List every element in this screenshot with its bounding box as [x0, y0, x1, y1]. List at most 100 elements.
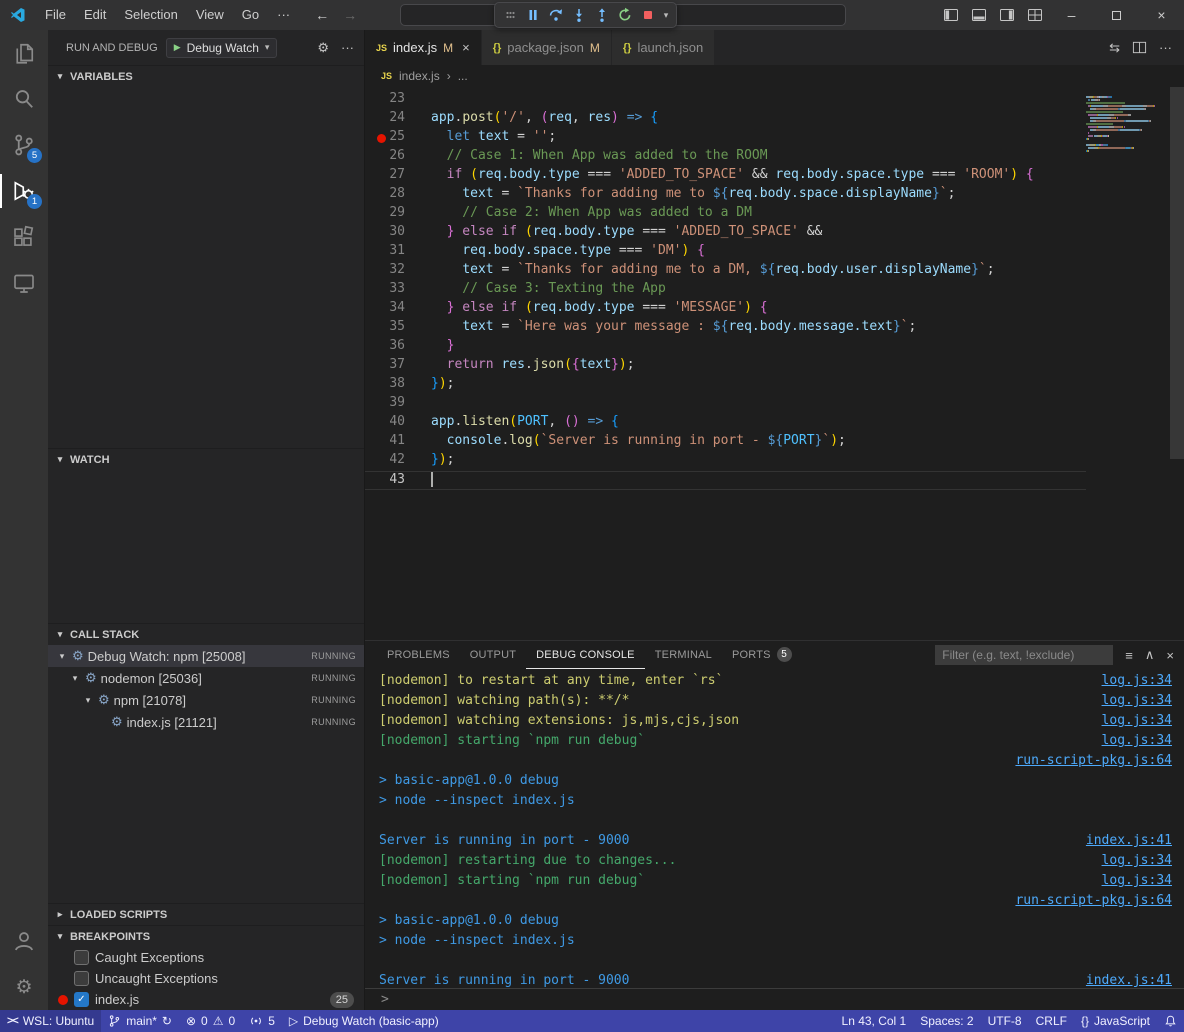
- console-filter-input[interactable]: [935, 645, 1113, 665]
- toggle-primary-sidebar-icon[interactable]: [937, 0, 965, 30]
- extensions-icon[interactable]: [0, 214, 48, 260]
- start-debug-icon[interactable]: ▶: [174, 42, 181, 53]
- breakpoint-item[interactable]: Caught Exceptions: [48, 947, 364, 968]
- line-number[interactable]: 40: [365, 414, 431, 433]
- code-line-32[interactable]: 32 text = `Thanks for adding me to a DM,…: [365, 262, 1086, 281]
- checkbox[interactable]: ✓: [74, 992, 89, 1007]
- run-and-debug-icon[interactable]: 1: [0, 168, 48, 214]
- section-breakpoints[interactable]: ▾ BREAKPOINTS: [48, 925, 364, 947]
- code-line-36[interactable]: 36 }: [365, 338, 1086, 357]
- menu-item[interactable]: Selection: [115, 0, 186, 30]
- section-loaded-scripts[interactable]: ▸ LOADED SCRIPTS: [48, 903, 364, 925]
- source-control-icon[interactable]: 5: [0, 122, 48, 168]
- git-branch-item[interactable]: main* ↻: [101, 1010, 179, 1032]
- editor-more-icon[interactable]: ···: [1159, 40, 1172, 55]
- breadcrumb-symbol[interactable]: ...: [458, 69, 468, 83]
- drag-handle-icon[interactable]: [499, 4, 521, 26]
- views-more-icon[interactable]: ···: [341, 40, 354, 55]
- line-number[interactable]: 34: [365, 300, 431, 319]
- code-line-34[interactable]: 34 } else if (req.body.type === 'MESSAGE…: [365, 300, 1086, 319]
- console-source-link[interactable]: log.js:34: [1102, 731, 1172, 751]
- breadcrumb-file[interactable]: index.js: [399, 69, 440, 83]
- code-line-26[interactable]: 26 // Case 1: When App was added to the …: [365, 148, 1086, 167]
- code-line-43[interactable]: 43: [365, 471, 1086, 490]
- console-source-link[interactable]: index.js:41: [1086, 971, 1172, 988]
- accounts-icon[interactable]: [0, 918, 48, 964]
- line-number[interactable]: 31: [365, 243, 431, 262]
- checkbox[interactable]: [74, 950, 89, 965]
- callstack-item[interactable]: ▾⚙nodemon [25036]RUNNING: [48, 667, 364, 689]
- encoding-item[interactable]: UTF-8: [981, 1014, 1029, 1028]
- code-line-39[interactable]: 39: [365, 395, 1086, 414]
- toggle-panel-icon[interactable]: [965, 0, 993, 30]
- minimize-button[interactable]: –: [1049, 0, 1094, 30]
- language-mode-item[interactable]: {} JavaScript: [1074, 1014, 1157, 1028]
- code-line-30[interactable]: 30 } else if (req.body.type === 'ADDED_T…: [365, 224, 1086, 243]
- console-source-link[interactable]: index.js:41: [1086, 831, 1172, 851]
- panel-tab-debug-console[interactable]: DEBUG CONSOLE: [526, 641, 645, 669]
- checkbox[interactable]: [74, 971, 89, 986]
- callstack-item[interactable]: ▾⚙Debug Watch: npm [25008]RUNNING: [48, 645, 364, 667]
- close-icon[interactable]: ×: [462, 40, 470, 55]
- menu-item[interactable]: Go: [233, 0, 268, 30]
- panel-tab-problems[interactable]: PROBLEMS: [377, 641, 460, 669]
- line-number[interactable]: 28: [365, 186, 431, 205]
- explorer-icon[interactable]: [0, 30, 48, 76]
- code-line-37[interactable]: 37 return res.json({text});: [365, 357, 1086, 376]
- back-arrow-icon[interactable]: ←: [315, 7, 329, 23]
- forwarded-ports-item[interactable]: 5: [242, 1010, 282, 1032]
- eol-item[interactable]: CRLF: [1029, 1014, 1074, 1028]
- line-number[interactable]: 27: [365, 167, 431, 186]
- line-number[interactable]: 37: [365, 357, 431, 376]
- line-number[interactable]: 26: [365, 148, 431, 167]
- breakpoint-item[interactable]: Uncaught Exceptions: [48, 968, 364, 989]
- close-window-button[interactable]: ×: [1139, 0, 1184, 30]
- debug-console-output[interactable]: [nodemon] to restart at any time, enter …: [365, 669, 1184, 988]
- code-line-40[interactable]: 40app.listen(PORT, () => {: [365, 414, 1086, 433]
- callstack-item[interactable]: ⚙index.js [21121]RUNNING: [48, 711, 364, 733]
- step-over-icon[interactable]: [545, 4, 567, 26]
- restart-icon[interactable]: [614, 4, 636, 26]
- code-line-28[interactable]: 28 text = `Thanks for adding me to ${req…: [365, 186, 1086, 205]
- console-source-link[interactable]: log.js:34: [1102, 711, 1172, 731]
- console-source-link[interactable]: log.js:34: [1102, 691, 1172, 711]
- code-editor[interactable]: 2324app.post('/', (req, res) => {25 let …: [365, 87, 1184, 640]
- line-number[interactable]: 41: [365, 433, 431, 452]
- close-panel-icon[interactable]: ×: [1166, 648, 1174, 663]
- editor-scrollbar[interactable]: [1170, 87, 1184, 640]
- code-line-25[interactable]: 25 let text = '';: [365, 129, 1086, 148]
- chevron-down-icon[interactable]: ▾: [69, 673, 81, 684]
- code-line-31[interactable]: 31 req.body.space.type === 'DM') {: [365, 243, 1086, 262]
- tab-package.json[interactable]: {}package.jsonM: [482, 30, 612, 65]
- console-options-icon[interactable]: ≡: [1125, 648, 1133, 663]
- launch-config-dropdown[interactable]: ▶ Debug Watch ▾: [166, 38, 278, 58]
- code-line-27[interactable]: 27 if (req.body.type === 'ADDED_TO_SPACE…: [365, 167, 1086, 186]
- maximize-button[interactable]: [1094, 0, 1139, 30]
- open-changes-icon[interactable]: ⇆: [1109, 40, 1120, 56]
- console-source-link[interactable]: run-script-pkg.js:64: [1015, 891, 1172, 911]
- debug-session-item[interactable]: ▷ Debug Watch (basic-app): [282, 1010, 446, 1032]
- code-line-33[interactable]: 33 // Case 3: Texting the App: [365, 281, 1086, 300]
- code-line-29[interactable]: 29 // Case 2: When App was added to a DM: [365, 205, 1086, 224]
- code-line-42[interactable]: 42});: [365, 452, 1086, 471]
- search-icon[interactable]: [0, 76, 48, 122]
- line-number[interactable]: 24: [365, 110, 431, 129]
- console-source-link[interactable]: log.js:34: [1102, 671, 1172, 691]
- remote-indicator[interactable]: >< WSL: Ubuntu: [0, 1010, 101, 1032]
- minimap[interactable]: [1086, 93, 1170, 156]
- notifications-item[interactable]: [1157, 1014, 1184, 1028]
- debug-toolbar-chevron-icon[interactable]: ▾: [660, 10, 672, 21]
- line-number[interactable]: 30: [365, 224, 431, 243]
- line-number[interactable]: 35: [365, 319, 431, 338]
- line-number[interactable]: 23: [365, 91, 431, 110]
- chevron-down-icon[interactable]: ▾: [82, 695, 94, 706]
- breadcrumb[interactable]: JS index.js › ...: [365, 65, 1184, 87]
- tab-launch.json[interactable]: {}launch.json: [612, 30, 715, 65]
- line-number[interactable]: 25: [365, 129, 431, 148]
- console-source-link[interactable]: log.js:34: [1102, 851, 1172, 871]
- panel-tab-ports[interactable]: PORTS5: [722, 641, 802, 669]
- code-line-24[interactable]: 24app.post('/', (req, res) => {: [365, 110, 1086, 129]
- console-source-link[interactable]: run-script-pkg.js:64: [1015, 751, 1172, 771]
- menu-item[interactable]: ···: [268, 0, 299, 30]
- section-watch[interactable]: ▾ WATCH: [48, 448, 364, 470]
